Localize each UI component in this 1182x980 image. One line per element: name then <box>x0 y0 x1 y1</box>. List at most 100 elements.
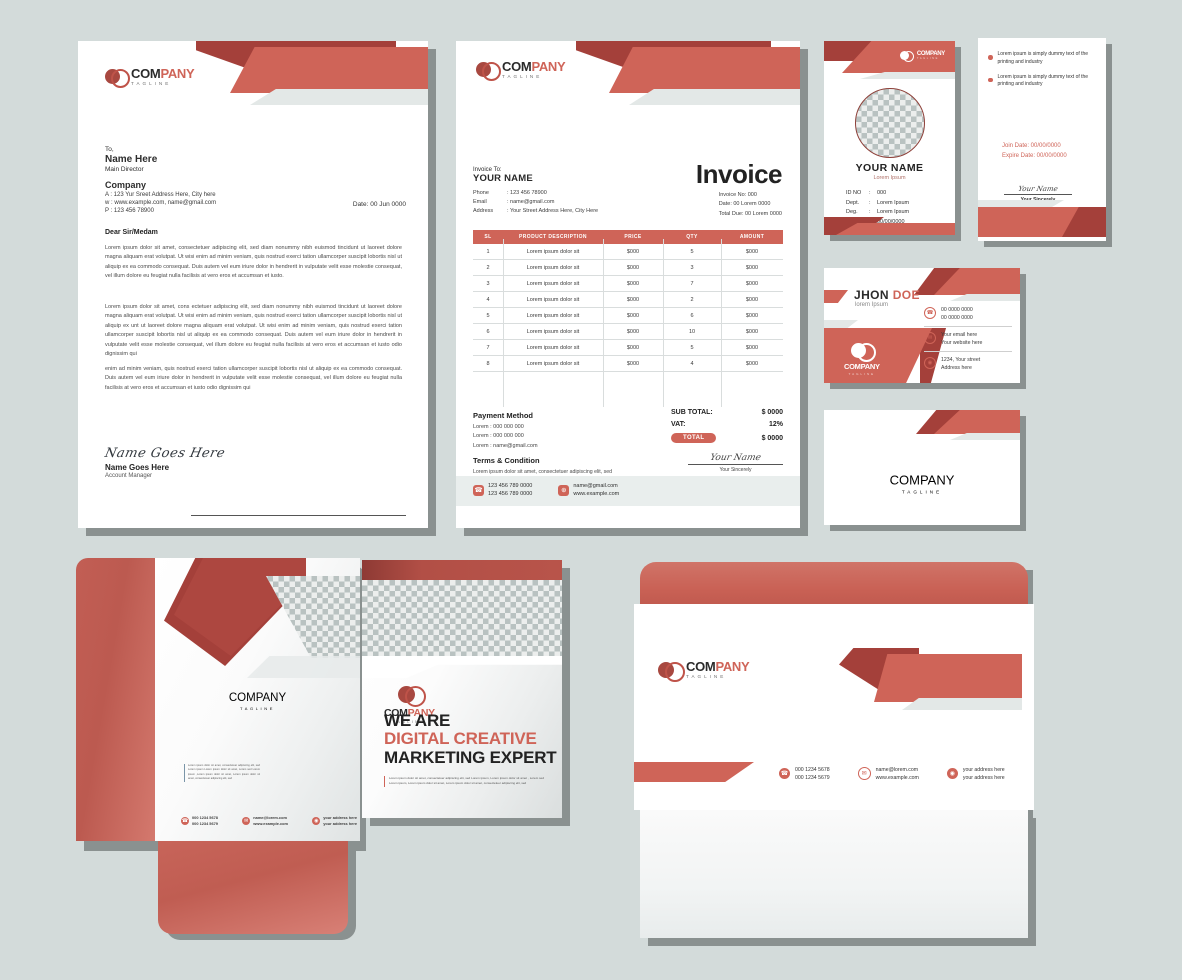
table-row: 3 Lorem ipsum dolor sit $000 7 $000 <box>473 275 783 292</box>
signature-rule <box>1004 194 1072 195</box>
table-cell: 4 <box>663 355 721 372</box>
email-icon: ✉ <box>924 332 936 345</box>
table-cell: $000 <box>721 259 783 276</box>
certificate-card[interactable]: Lorem ipsum is simply dummy text of the … <box>978 38 1106 241</box>
phone-icon: ☎ <box>181 817 189 826</box>
to-label: To, <box>105 146 114 153</box>
envelope-front[interactable]: COMPANY TAGLINE ☎ 000 1234 5678 000 1234 … <box>634 604 1034 810</box>
field-value: 000 <box>877 190 887 196</box>
bc-gray-shape <box>950 294 1020 301</box>
table-cell: $000 <box>603 291 663 308</box>
meta-key: Address <box>473 208 494 215</box>
vat-label: VAT: <box>671 421 686 428</box>
invoice-numbers: Invoice No: 000 Date: 00 Lorem 0000 Tota… <box>719 191 782 219</box>
logo-name-b: PANY <box>929 50 945 57</box>
logo-card-logo: COMPANY TAGLINE <box>890 441 955 494</box>
table-cell: Lorem ipsum dolor sit <box>503 307 603 324</box>
table-cell: 3 <box>473 275 503 292</box>
invoice-sheet[interactable]: COMPANY TAGLINE Invoice To: YOUR NAME Ph… <box>456 41 800 528</box>
letterhead-red-band <box>230 47 428 93</box>
envelope-contacts: ☎ 000 1234 5678 000 1234 5679 ✉ name@lore… <box>779 766 1005 782</box>
contact-line-2: Address here <box>941 365 972 372</box>
table-row: 5 Lorem ipsum dolor sit $000 6 $000 <box>473 307 783 324</box>
pc-gray-shape <box>950 433 1020 440</box>
vat-value: 12% <box>768 421 783 428</box>
envelope-gray-shape <box>902 698 1022 710</box>
table-cell: 2 <box>663 291 721 308</box>
folder-contacts: ☎ 000 1234 5678 000 1234 5679 ✉ name@lore… <box>181 815 357 827</box>
logo-name-a: COM <box>844 362 861 371</box>
brochure-cover[interactable]: COMPANY TAGLINE WE ARE DIGITAL CREATIVE … <box>362 560 562 818</box>
folder-face[interactable]: COMPANY TAGLINE Lorem ipsum dolor sit am… <box>155 558 360 841</box>
col-sl: SL <box>473 230 503 244</box>
table-cell: 3 <box>663 259 721 276</box>
signature-role: Account Manager <box>105 473 153 479</box>
invoice-logo: COMPANY TAGLINE <box>476 60 566 82</box>
footer-phone-2: 123 456 789 0000 <box>488 491 533 498</box>
invoice-red-band <box>609 47 800 93</box>
table-cell: 10 <box>663 323 721 340</box>
location-icon: ◉ <box>924 357 936 370</box>
invoice-total-due: Total Due: 00 Lorem 0000 <box>718 210 782 217</box>
id-card[interactable]: COMPANY TAGLINE YOUR NAME Lorem Ipsum ID… <box>824 41 955 235</box>
business-card-name: JHON DOE <box>854 288 920 302</box>
signature-script: Name Goes Here <box>103 446 227 461</box>
contact-email: ✉ name@lorem.com www.example.com <box>857 766 919 782</box>
col-qty: QTY <box>663 230 721 244</box>
business-card[interactable]: JHON DOE lorem Ipsum COMPANY TAGLINE ☎ 0… <box>824 268 1020 383</box>
envelope-insert-sheet[interactable] <box>640 810 1028 938</box>
table-cell: $000 <box>603 355 663 372</box>
logo-name-b: PANY <box>860 362 880 371</box>
to-name: Name Here <box>105 154 158 165</box>
footer-email: name@gmail.com <box>573 483 618 489</box>
logo-card[interactable]: COMPANY TAGLINE <box>824 410 1020 525</box>
letterhead-paragraph-1: Lorem ipsum dolor sit amet, consectetuer… <box>105 245 402 280</box>
contact-address: ◉ your address here your address here <box>946 766 1005 782</box>
bc-last-name: DOE <box>892 288 920 302</box>
letterhead-paragraph-3: enim ad minim veniam, quis nostrud exerc… <box>105 366 402 391</box>
headline-line-2: DIGITAL CREATIVE <box>384 729 537 749</box>
contact-phone: ☎ 000 1234 5678 000 1234 5679 <box>181 815 218 827</box>
contact-line-1: name@lorem.com <box>253 815 287 821</box>
location-icon: ◉ <box>312 817 321 826</box>
contact-email: ✉ name@lorem.com www.example.com <box>242 815 288 827</box>
logo-tagline: TAGLINE <box>131 81 172 86</box>
logo-name-a: COM <box>131 66 161 81</box>
payment-line: Lorem : 000 000 000 <box>473 424 524 430</box>
letterhead-signature-block: Name Goes Here Name Goes Here Account Ma… <box>103 446 227 479</box>
table-cell: $000 <box>721 291 783 308</box>
invoice-table: SL PRODUCT DESCRIPTION PRICE QTY AMOUNT … <box>473 230 783 416</box>
table-cell: $000 <box>603 275 663 292</box>
folder-front-flap[interactable] <box>158 836 348 934</box>
table-cell: Lorem ipsum dolor sit <box>503 275 603 292</box>
id-card-logo: COMPANY TAGLINE <box>899 50 945 62</box>
table-cell: $000 <box>603 259 663 276</box>
folder-image-placeholder <box>251 576 360 658</box>
bullet-dot-icon <box>988 77 993 82</box>
col-amount: AMOUNT <box>721 230 783 244</box>
letterhead-sheet[interactable]: COMPANY TAGLINE To, Name Here Main Direc… <box>78 41 428 528</box>
contact-phone: ☎ 00 0000 0000 00 0000 0000 <box>924 306 1012 328</box>
signature-script: Your Name <box>1017 185 1059 193</box>
field-value: Lorem Ipsum <box>877 209 910 216</box>
subtotal-label: SUB TOTAL: <box>671 409 713 416</box>
letterhead-gray-band <box>250 89 428 105</box>
location-icon: ◉ <box>946 768 958 780</box>
id-name: YOUR NAME <box>855 162 924 174</box>
payment-title: Payment Method <box>473 411 534 420</box>
logo-tagline: TAGLINE <box>916 56 939 60</box>
contact-line-1: 000 1234 5678 <box>192 815 218 821</box>
id-photo-placeholder <box>854 88 925 158</box>
table-cell: Lorem ipsum dolor sit <box>503 291 603 308</box>
bc-left-red-shape <box>824 290 848 303</box>
to-role: Main Director <box>105 166 144 173</box>
logo-tagline: TAGLINE <box>901 489 943 494</box>
contact-line-2: 00 0000 0000 <box>941 315 973 322</box>
brochure-white-shape <box>362 656 562 678</box>
table-cell: 6 <box>473 323 503 340</box>
contact-line-2: your address here <box>962 774 1005 781</box>
contact-line-1: your address here <box>323 815 357 821</box>
to-phone: P : 123 456 78900 <box>105 208 154 214</box>
table-cell: $000 <box>721 339 783 356</box>
contact-line-1: 000 1234 5678 <box>795 766 830 773</box>
